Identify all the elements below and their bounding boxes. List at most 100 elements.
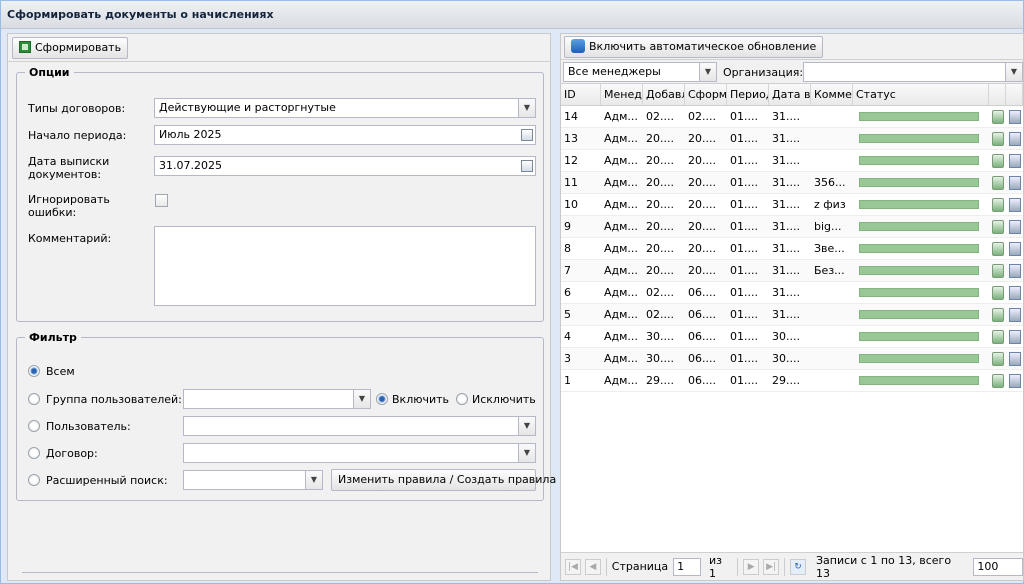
export-icon[interactable] (1009, 154, 1021, 168)
recycle-icon[interactable] (992, 374, 1004, 388)
status-progress-bar (859, 376, 979, 385)
managers-select[interactable]: Все менеджеры ▼ (563, 62, 717, 82)
user-label: Пользователь: (46, 420, 131, 433)
export-icon[interactable] (1009, 176, 1021, 190)
chevron-down-icon[interactable]: ▼ (518, 99, 535, 117)
radio-exclude[interactable] (456, 393, 468, 405)
issue-date-field[interactable]: 31.07.2025 (154, 156, 536, 176)
table-cell: 8 (564, 242, 571, 255)
next-page-icon[interactable]: ▶ (743, 558, 760, 575)
column-header[interactable]: Добавл (643, 84, 685, 105)
radio-all[interactable] (28, 365, 40, 377)
rules-button[interactable]: Изменить правила / Создать правила (331, 469, 556, 491)
calendar-icon[interactable] (521, 160, 533, 172)
recycle-icon[interactable] (992, 264, 1004, 278)
recycle-icon[interactable] (992, 352, 1004, 366)
recycle-icon[interactable] (992, 242, 1004, 256)
recycle-icon[interactable] (992, 220, 1004, 234)
table-row[interactable]: 9 Адм... 20.... 20.... 01.... 31.... big... (561, 216, 1023, 238)
export-icon[interactable] (1009, 330, 1021, 344)
status-progress-bar (859, 200, 979, 209)
chevron-down-icon[interactable]: ▼ (305, 471, 322, 489)
exclude-label: Исключить (472, 393, 536, 406)
recycle-icon[interactable] (992, 132, 1004, 146)
page-input[interactable]: 1 (673, 557, 701, 576)
prev-page-icon[interactable]: ◀ (584, 558, 601, 575)
table-row[interactable]: 12 Адм... 20.... 20.... 01.... 31.... (561, 150, 1023, 172)
action-cell (989, 370, 1006, 391)
comment-label: Комментарий: (28, 232, 112, 245)
export-icon[interactable] (1009, 132, 1021, 146)
table-row[interactable]: 1 Адм... 29.... 06.... 01.... 29.... (561, 370, 1023, 392)
ignore-errors-checkbox[interactable] (155, 194, 168, 207)
column-header[interactable]: Период (727, 84, 769, 105)
recycle-icon[interactable] (992, 330, 1004, 344)
page-size-input[interactable]: 100 (973, 557, 1024, 576)
recycle-icon[interactable] (992, 176, 1004, 190)
table-row[interactable]: 13 Адм... 20.... 20.... 01.... 31.... (561, 128, 1023, 150)
table-cell: 01.... (730, 330, 758, 343)
first-page-icon[interactable]: |◀ (565, 558, 581, 575)
comment-textarea[interactable] (154, 226, 536, 306)
status-progress-bar (859, 288, 979, 297)
auto-update-button[interactable]: Включить автоматическое обновление (564, 36, 824, 58)
table-row[interactable]: 3 Адм... 30.... 06.... 01.... 30.... (561, 348, 1023, 370)
table-row[interactable]: 5 Адм... 02.... 06.... 01.... 31.... (561, 304, 1023, 326)
table-row[interactable]: 14 Адм... 02.... 02.... 01.... 31.... (561, 106, 1023, 128)
export-icon[interactable] (1009, 198, 1021, 212)
export-icon[interactable] (1009, 286, 1021, 300)
column-header[interactable]: Комме (811, 84, 853, 105)
radio-user[interactable] (28, 420, 40, 432)
recycle-icon[interactable] (992, 154, 1004, 168)
contract-types-label: Типы договоров: (28, 102, 126, 115)
user-select[interactable]: ▼ (183, 416, 536, 436)
radio-user-group[interactable] (28, 393, 40, 405)
table-cell: 20.... (688, 198, 716, 211)
table-row[interactable]: 7 Адм... 20.... 20.... 01.... 31.... Без... (561, 260, 1023, 282)
period-start-field[interactable]: Июль 2025 (154, 125, 536, 145)
chevron-down-icon[interactable]: ▼ (518, 417, 535, 435)
table-cell: 30.... (646, 352, 674, 365)
column-header[interactable]: Статус (853, 84, 989, 105)
export-icon[interactable] (1009, 110, 1021, 124)
column-header[interactable]: ID (561, 84, 601, 105)
column-header[interactable]: Дата в (769, 84, 811, 105)
export-icon[interactable] (1009, 352, 1021, 366)
advanced-select[interactable]: ▼ (183, 470, 323, 490)
recycle-icon[interactable] (992, 198, 1004, 212)
chevron-down-icon[interactable]: ▼ (518, 444, 535, 462)
table-row[interactable]: 6 Адм... 02.... 06.... 01.... 31.... (561, 282, 1023, 304)
generate-button[interactable]: Сформировать (12, 37, 129, 59)
radio-contract[interactable] (28, 447, 40, 459)
status-cell (853, 238, 989, 259)
table-row[interactable]: 10 Адм... 20.... 20.... 01.... 31.... z физ (561, 194, 1023, 216)
table-cell: 20.... (646, 220, 674, 233)
recycle-icon[interactable] (992, 286, 1004, 300)
recycle-icon[interactable] (992, 110, 1004, 124)
table-row[interactable]: 4 Адм... 30.... 06.... 01.... 30.... (561, 326, 1023, 348)
export-icon[interactable] (1009, 264, 1021, 278)
recycle-icon[interactable] (992, 308, 1004, 322)
calendar-icon[interactable] (521, 129, 533, 141)
chevron-down-icon[interactable]: ▼ (1005, 63, 1022, 81)
table-row[interactable]: 11 Адм... 20.... 20.... 01.... 31.... 356... (561, 172, 1023, 194)
status-progress-bar (859, 156, 979, 165)
export-icon[interactable] (1009, 374, 1021, 388)
radio-include[interactable] (376, 393, 388, 405)
export-icon[interactable] (1009, 308, 1021, 322)
refresh-icon[interactable]: ↻ (790, 558, 806, 575)
contract-types-select[interactable]: Действующие и расторгнутые ▼ (154, 98, 536, 118)
org-select[interactable]: ▼ (803, 62, 1023, 82)
export-icon[interactable] (1009, 220, 1021, 234)
column-header[interactable]: Сформ (685, 84, 727, 105)
chevron-down-icon[interactable]: ▼ (699, 63, 716, 81)
user-group-select[interactable]: ▼ (183, 389, 371, 409)
export-icon[interactable] (1009, 242, 1021, 256)
pager-separator (737, 557, 739, 576)
table-row[interactable]: 8 Адм... 20.... 20.... 01.... 31.... Зве... (561, 238, 1023, 260)
chevron-down-icon[interactable]: ▼ (353, 390, 370, 408)
column-header[interactable]: Менедж (601, 84, 643, 105)
contract-select[interactable]: ▼ (183, 443, 536, 463)
radio-advanced[interactable] (28, 474, 40, 486)
last-page-icon[interactable]: ▶| (763, 558, 780, 575)
